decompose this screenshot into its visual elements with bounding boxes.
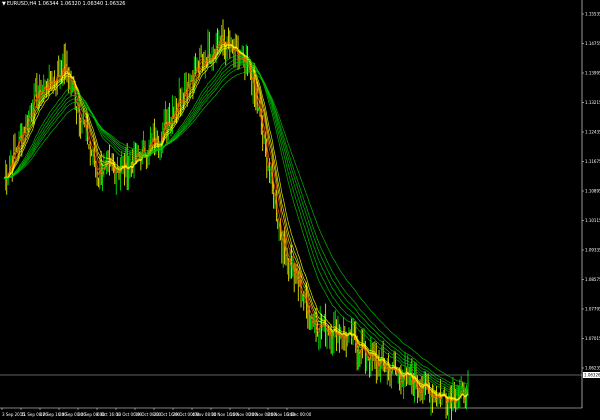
price-axis-label: 1.06235: [585, 366, 600, 371]
current-price-label: 1.06326: [584, 373, 600, 378]
moving-average-line: [3, 58, 469, 394]
moving-average-line: [3, 46, 469, 400]
price-chart[interactable]: 1.15535 1.14755 1.13995 1.13215 1.12435 1.116…: [0, 0, 600, 420]
price-axis-label: 1.08575: [585, 277, 600, 282]
moving-average-line: [3, 66, 469, 389]
price-axis-label: 1.15535: [585, 12, 600, 17]
price-axis-label: 1.12435: [585, 130, 600, 135]
price-axis-label: 1.14755: [585, 41, 600, 46]
moving-average-line: [3, 64, 469, 391]
moving-average-line: [3, 71, 468, 384]
price-axis-label: 1.09335: [585, 248, 600, 253]
price-axis-label: 1.13215: [585, 100, 600, 105]
price-axis-label: 1.11675: [585, 159, 600, 164]
moving-average-line: [3, 55, 469, 395]
price-axis-label: 1.10115: [585, 218, 600, 223]
price-axis-label: 1.07795: [585, 307, 600, 312]
time-axis-label: 3 Dec 00:00: [287, 412, 312, 417]
moving-average-line: [3, 61, 469, 392]
chart-window[interactable]: ▼EURUSD,H4 1.06344 1.06320 1.06340 1.063…: [0, 0, 600, 420]
price-axis-label: 1.10895: [585, 189, 600, 194]
price-axis-label: 1.07015: [585, 336, 600, 341]
price-axis-label: 1.13995: [585, 71, 600, 76]
